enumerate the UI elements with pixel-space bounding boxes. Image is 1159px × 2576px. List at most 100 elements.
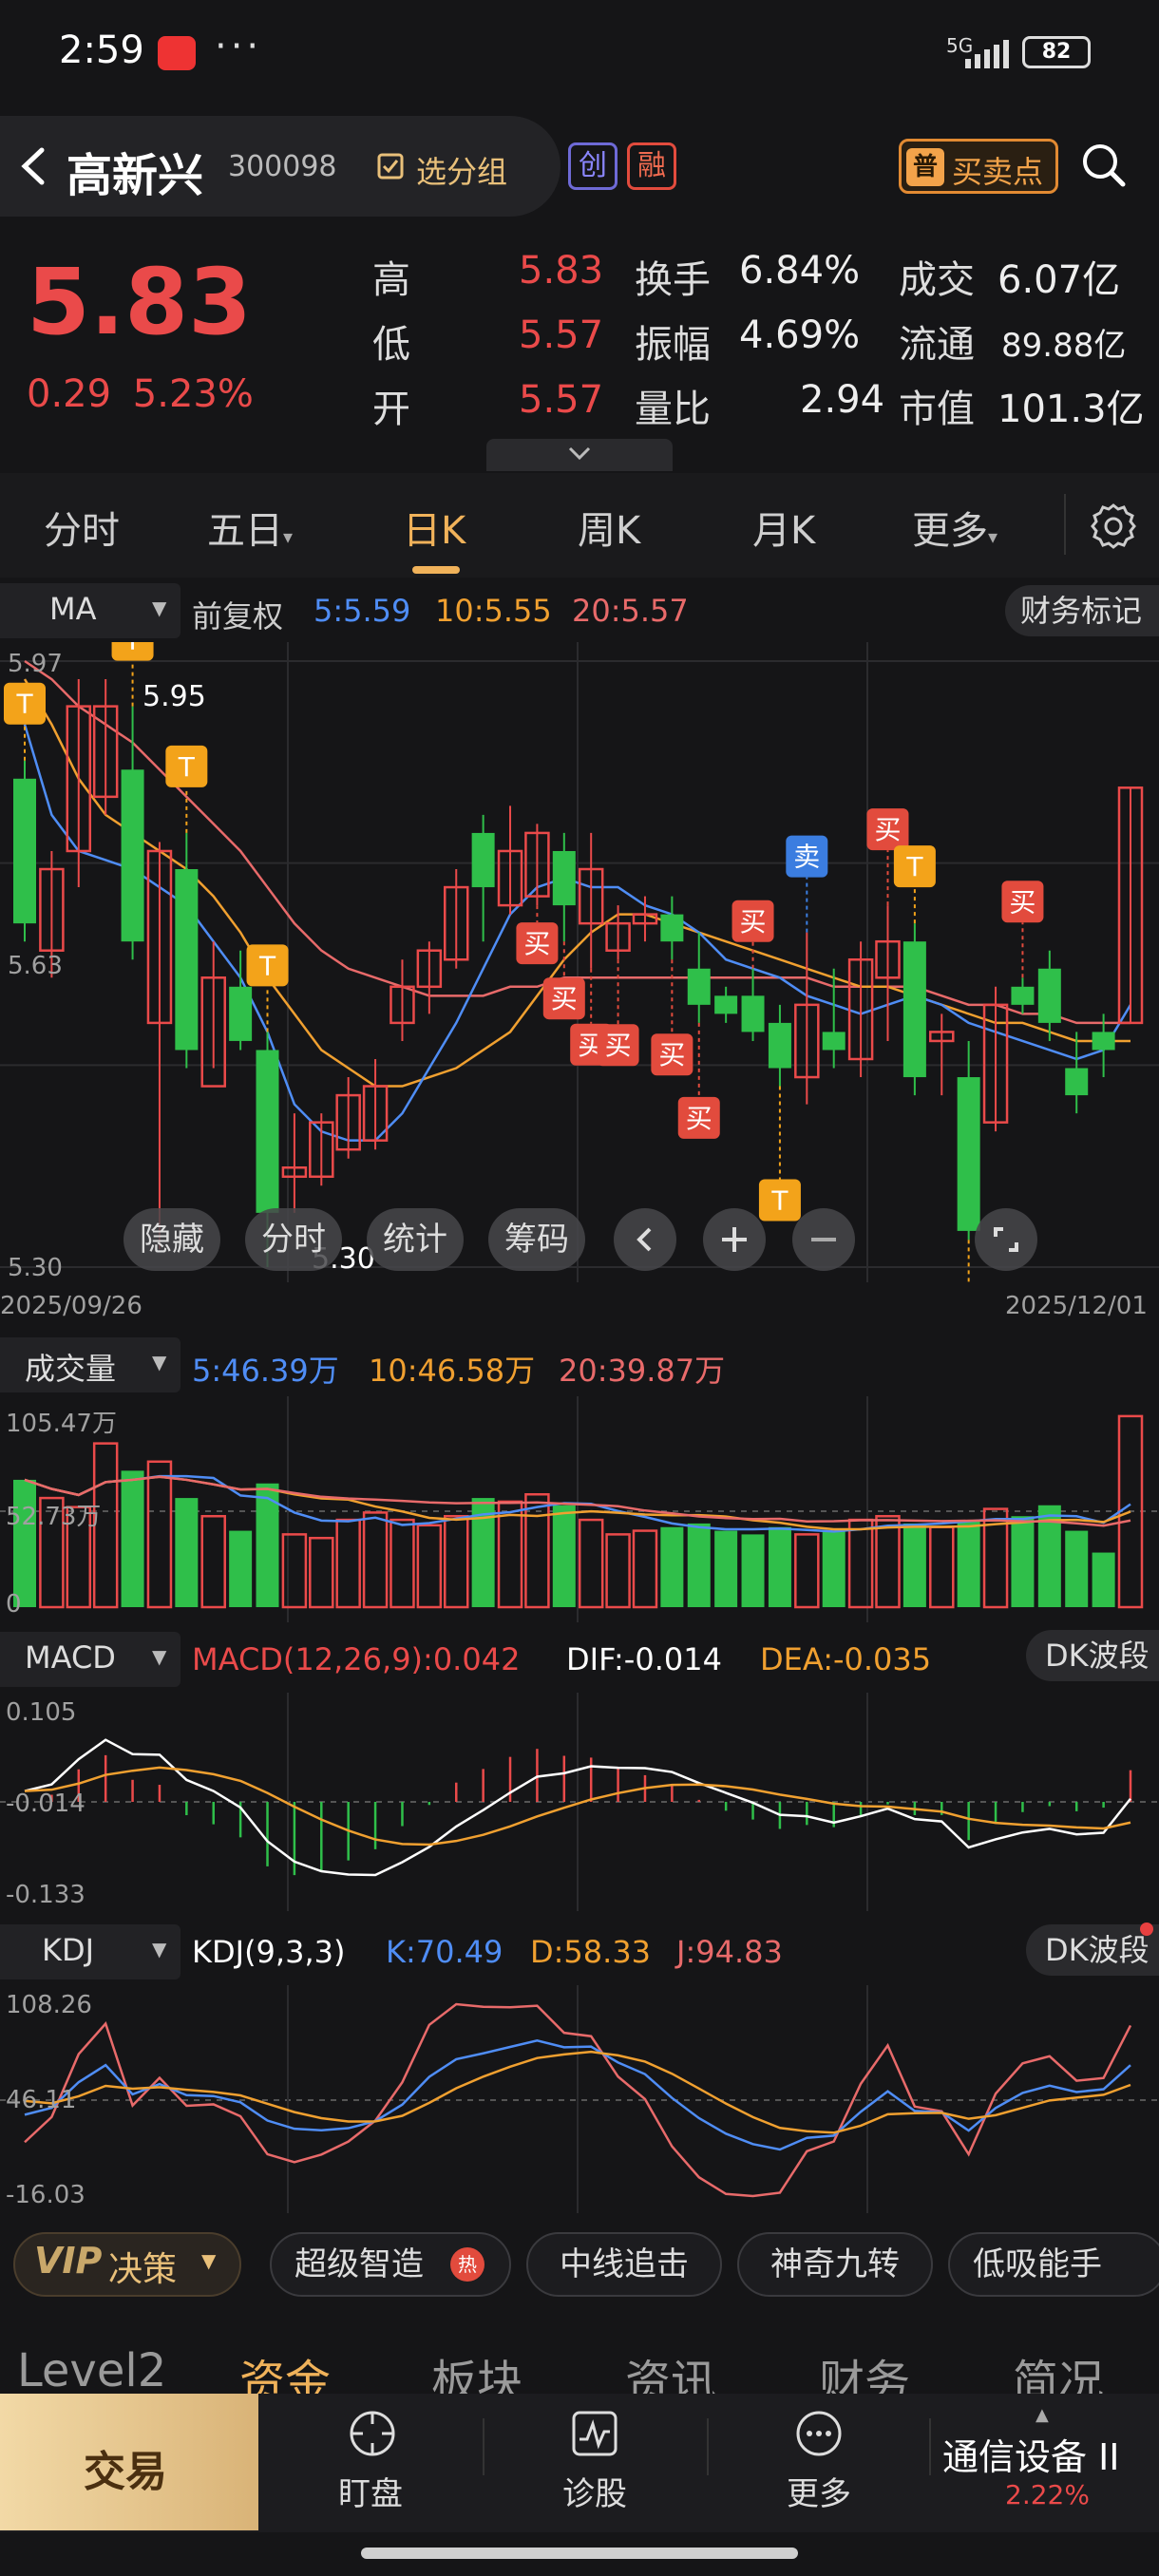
macd-axis-mid: -0.014 — [6, 1790, 86, 1818]
volume-bar-up — [281, 1533, 308, 1609]
crosshair-icon[interactable] — [346, 2407, 399, 2460]
candle-body-down — [1011, 986, 1035, 1005]
volume-ratio-label: 量比 — [635, 388, 711, 431]
change-value: 0.29 — [27, 372, 112, 416]
change-percent: 5.23% — [132, 372, 254, 416]
search-icon[interactable] — [1079, 141, 1129, 190]
high-value: 5.83 — [519, 249, 604, 293]
chip-magic-nine[interactable]: 神奇九转 — [737, 2232, 933, 2297]
dropdown-arrow-icon: ▼ — [152, 1645, 167, 1668]
nav-divider — [929, 2418, 931, 2475]
back-icon[interactable] — [13, 142, 51, 190]
zoom-out-button[interactable] — [792, 1208, 855, 1271]
volume-bar-up — [929, 1525, 955, 1609]
k-value: K:70.49 — [386, 1934, 504, 1970]
scroll-left-button[interactable] — [614, 1208, 676, 1271]
stock-name: 高新兴 — [66, 149, 204, 202]
macd-label: MACD — [25, 1639, 116, 1676]
volume-bar-up — [362, 1511, 389, 1609]
hide-button[interactable]: 隐藏 — [124, 1208, 220, 1271]
dropdown-arrow-icon: ▼ — [201, 2249, 217, 2272]
price-axis-mid: 5.63 — [8, 952, 63, 980]
signal-label: 买 — [686, 1103, 712, 1134]
signal-label: T — [124, 642, 142, 656]
signal-label: 买 — [740, 906, 767, 938]
nav-divider — [483, 2418, 484, 2475]
fullscreen-button[interactable] — [975, 1208, 1037, 1271]
tab-level2[interactable]: Level2 — [17, 2344, 166, 2397]
tab-monthly-k[interactable]: 月K — [752, 500, 815, 555]
amplitude-label: 振幅 — [635, 323, 711, 367]
checkbox-icon[interactable] — [376, 152, 405, 180]
watch-label[interactable]: 盯盘 — [338, 2468, 403, 2514]
home-indicator[interactable] — [361, 2548, 798, 2559]
candle-body-down — [229, 986, 253, 1041]
dropdown-arrow-icon: ▼ — [152, 1351, 167, 1373]
volume-bar-down — [121, 1470, 144, 1607]
gear-icon[interactable] — [1087, 500, 1140, 553]
finance-mark-button[interactable]: 财务标记 — [1005, 585, 1159, 636]
open-value: 5.57 — [519, 378, 604, 422]
buy-sell-badge: 普 — [906, 148, 944, 186]
dk-band-button[interactable]: DK波段 — [1026, 1630, 1159, 1681]
candle-body-down — [714, 995, 738, 1014]
trade-label: 交易 — [84, 2448, 167, 2496]
volume-axis-mid: 52.73万 — [6, 1503, 102, 1531]
adjust-mode[interactable]: 前复权 — [192, 593, 283, 636]
high-label: 高 — [372, 258, 410, 302]
volume-bar-down — [687, 1523, 711, 1607]
statistics-button[interactable]: 统计 — [367, 1208, 464, 1271]
dea-value: DEA:-0.035 — [760, 1641, 932, 1677]
volume-bar-up — [632, 1529, 658, 1609]
tab-intraday[interactable]: 分时 — [44, 500, 120, 555]
tab-daily-k[interactable]: 日K — [403, 500, 466, 555]
margin-badge: 融 — [627, 142, 676, 190]
volume-ma5: 5:46.39万 — [192, 1353, 339, 1389]
volume-bar-up — [200, 1514, 226, 1609]
select-group-button[interactable]: 选分组 — [416, 148, 507, 192]
kdj-axis-bottom: -16.03 — [6, 2181, 86, 2209]
dk-band-button-kdj[interactable]: DK波段 — [1026, 1924, 1159, 1976]
tab-five-day[interactable]: 五日▾ — [207, 500, 293, 555]
amount-value: 6.07亿 — [998, 258, 1121, 302]
intraday-button[interactable]: 分时 — [245, 1208, 342, 1271]
float-label: 流通 — [899, 323, 975, 367]
volume-chart[interactable] — [0, 1396, 1159, 1622]
zoom-in-button[interactable] — [703, 1208, 766, 1271]
tab-more[interactable]: 更多▾ — [912, 500, 998, 555]
j-value: J:94.83 — [676, 1934, 783, 1970]
fullscreen-icon — [994, 1227, 1018, 1252]
kdj-chart[interactable] — [0, 1985, 1159, 2213]
chip-low-buy[interactable]: 低吸能手 — [948, 2232, 1159, 2297]
chevron-up-icon: ▲ — [1036, 2405, 1049, 2425]
chips-button[interactable]: 筹码 — [488, 1208, 585, 1271]
dif-value: DIF:-0.014 — [566, 1641, 722, 1677]
sector-name[interactable]: 通信设备 II — [942, 2428, 1120, 2480]
signal-label: 买 — [551, 983, 578, 1014]
chart-pulse-icon[interactable] — [568, 2407, 621, 2460]
macd-chart[interactable] — [0, 1693, 1159, 1911]
diagnose-label[interactable]: 诊股 — [562, 2468, 627, 2514]
chip-mid-line[interactable]: 中线追击 — [526, 2232, 722, 2297]
kdj-axis-mid: 46.11 — [6, 2086, 77, 2114]
minus-icon — [811, 1238, 836, 1241]
volume-bar-up — [794, 1533, 820, 1609]
tab-divider — [1064, 494, 1066, 555]
float-value: 89.88亿 — [1001, 327, 1127, 365]
more-label[interactable]: 更多 — [787, 2468, 851, 2514]
stock-code: 300098 — [228, 150, 337, 183]
volume-bar-up — [390, 1518, 415, 1609]
more-icon[interactable] — [792, 2407, 846, 2460]
candlestick-chart[interactable]: TTTT买买买买买买买T卖买TT买 — [0, 642, 1159, 1282]
buy-sell-label: 买卖点 — [952, 154, 1044, 190]
ma20-value: 20:5.57 — [572, 593, 689, 629]
ma5-value: 5:5.59 — [314, 593, 411, 629]
volume-bar-down — [902, 1523, 926, 1607]
active-tab-indicator — [412, 566, 460, 574]
battery-icon: 82 — [1022, 36, 1091, 68]
vip-decision-label: 决策 — [108, 2250, 178, 2289]
candle-body-down — [741, 995, 765, 1032]
tab-weekly-k[interactable]: 周K — [578, 500, 640, 555]
volume-bar-down — [552, 1505, 576, 1607]
candle-body-down — [660, 914, 684, 942]
